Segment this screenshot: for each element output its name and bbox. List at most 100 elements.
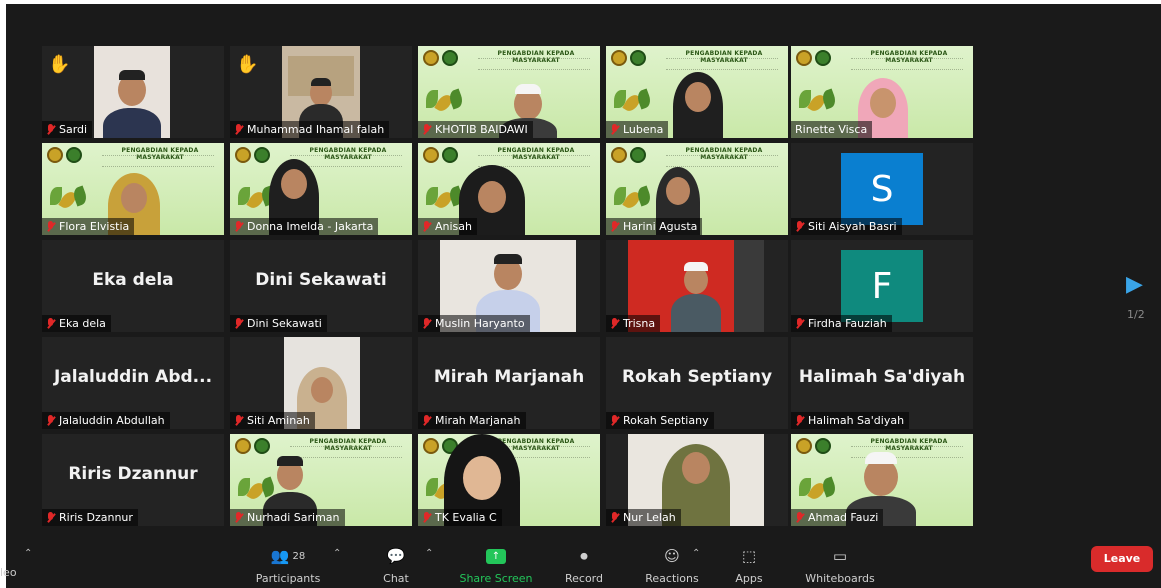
video-tile-ahmad-fauzi[interactable]: PENGABDIAN KEPADA MASYARAKAT Ahmad Fauzi xyxy=(791,434,973,526)
video-tile-khotib[interactable]: PENGABDIAN KEPADA MASYARAKAT KHOTIB BAID… xyxy=(418,46,600,138)
page-indicator: 1/2 xyxy=(1127,308,1145,321)
participant-name-label: Trisna xyxy=(606,315,661,332)
video-tile-nur-lelah[interactable]: Nur Lelah xyxy=(606,434,788,526)
video-tile-dini[interactable]: Dini Sekawati Dini Sekawati xyxy=(230,240,412,332)
participant-display-name: Jalaluddin Abd... xyxy=(53,367,213,387)
participants-button[interactable]: 👥 28 Participants xyxy=(246,546,330,585)
raised-hand-icon: ✋ xyxy=(236,54,259,75)
raised-hand-icon: ✋ xyxy=(48,54,71,75)
video-tile-rokah[interactable]: Rokah Septiany Rokah Septiany xyxy=(606,337,788,429)
muted-mic-icon xyxy=(234,317,243,330)
muted-mic-icon xyxy=(234,123,243,136)
video-tile-rinette[interactable]: PENGABDIAN KEPADA MASYARAKAT Rinette Vis… xyxy=(791,46,973,138)
apps-button[interactable]: ⬚ Apps xyxy=(714,546,784,585)
participant-display-name: Mirah Marjanah xyxy=(433,367,585,387)
reactions-icon: ☺ xyxy=(664,547,680,565)
muted-mic-icon xyxy=(610,123,619,136)
video-tile-siti-aisyah[interactable]: S Siti Aisyah Basri xyxy=(791,143,973,235)
video-tile-muslin[interactable]: Muslin Haryanto xyxy=(418,240,600,332)
participant-name-label: Donna Imelda - Jakarta xyxy=(230,218,379,235)
meeting-toolbar: ⌃ 👥 28 Participants ⌃ 💬 Chat ⌃ ↑ Share Sc… xyxy=(6,538,1161,588)
muted-mic-icon xyxy=(234,511,243,524)
participant-name-label: Sardi xyxy=(42,121,93,138)
video-tile-flora[interactable]: PENGABDIAN KEPADA MASYARAKAT Flora Elvis… xyxy=(42,143,224,235)
chat-options-chevron-icon[interactable]: ⌃ xyxy=(425,548,433,559)
video-tile-tk-evalia[interactable]: PENGABDIAN KEPADA MASYARAKAT TK Evalia C xyxy=(418,434,600,526)
participant-name-label: Muslin Haryanto xyxy=(418,315,530,332)
participant-name-label: Riris Dzannur xyxy=(42,509,138,526)
record-icon: ⏺ xyxy=(580,547,588,565)
participant-name-label: Siti Aisyah Basri xyxy=(791,218,902,235)
video-tile-mirah[interactable]: Mirah Marjanah Mirah Marjanah xyxy=(418,337,600,429)
video-tile-nurhadi[interactable]: PENGABDIAN KEPADA MASYARAKAT Nurhadi Sar… xyxy=(230,434,412,526)
leave-button[interactable]: Leave xyxy=(1091,546,1153,572)
video-tile-eka-dela[interactable]: Eka dela Eka dela xyxy=(42,240,224,332)
muted-mic-icon xyxy=(234,414,243,427)
muted-mic-icon xyxy=(795,414,804,427)
video-tile-jalaluddin[interactable]: Jalaluddin Abd... Jalaluddin Abdullah xyxy=(42,337,224,429)
participant-name-label: Jalaluddin Abdullah xyxy=(42,412,170,429)
avatar: F xyxy=(841,250,923,322)
muted-mic-icon xyxy=(46,317,55,330)
apps-icon: ⬚ xyxy=(741,547,757,565)
video-tile-siti-aminah[interactable]: Siti Aminah xyxy=(230,337,412,429)
chat-button[interactable]: 💬 Chat xyxy=(361,546,431,585)
muted-mic-icon xyxy=(610,220,619,233)
muted-mic-icon xyxy=(422,317,431,330)
video-tile-lubena[interactable]: PENGABDIAN KEPADA MASYARAKAT Lubena xyxy=(606,46,788,138)
participant-display-name: Eka dela xyxy=(92,270,174,290)
whiteboards-button[interactable]: ▭ Whiteboards xyxy=(798,546,882,585)
avatar: S xyxy=(841,153,923,225)
reactions-options-chevron-icon[interactable]: ⌃ xyxy=(692,548,700,559)
participant-name-label: Muhammad Ihamal falah xyxy=(230,121,390,138)
record-button[interactable]: ⏺ Record xyxy=(549,546,619,585)
participant-name-label: Halimah Sa'diyah xyxy=(791,412,910,429)
muted-mic-icon xyxy=(795,220,804,233)
share-screen-icon: ↑ xyxy=(486,548,506,564)
video-tile-trisna[interactable]: Trisna xyxy=(606,240,788,332)
participant-display-name: Rokah Septiany xyxy=(621,367,773,387)
video-tile-muhammad[interactable]: ✋ Muhammad Ihamal falah xyxy=(230,46,412,138)
participant-name-label: Firdha Fauziah xyxy=(791,315,892,332)
participant-name-label: Nurhadi Sariman xyxy=(230,509,345,526)
muted-mic-icon xyxy=(46,220,55,233)
video-button-label-fragment[interactable]: leo xyxy=(0,566,17,579)
participant-name-label: Lubena xyxy=(606,121,669,138)
video-tile-donna[interactable]: PENGABDIAN KEPADA MASYARAKAT Donna Imeld… xyxy=(230,143,412,235)
muted-mic-icon xyxy=(46,414,55,427)
muted-mic-icon xyxy=(234,220,243,233)
muted-mic-icon xyxy=(422,511,431,524)
muted-mic-icon xyxy=(610,511,619,524)
video-tile-harini[interactable]: PENGABDIAN KEPADA MASYARAKAT Harini Agus… xyxy=(606,143,788,235)
participant-name-label: Rokah Septiany xyxy=(606,412,714,429)
video-tile-halimah[interactable]: Halimah Sa'diyah Halimah Sa'diyah xyxy=(791,337,973,429)
participant-name-label: Nur Lelah xyxy=(606,509,681,526)
muted-mic-icon xyxy=(422,220,431,233)
muted-mic-icon xyxy=(422,414,431,427)
participant-name-label: KHOTIB BAIDAWI xyxy=(418,121,533,138)
share-screen-button[interactable]: ↑ Share Screen xyxy=(452,546,540,585)
next-page-arrow-icon[interactable]: ▶ xyxy=(1126,272,1143,297)
participant-name-label: Mirah Marjanah xyxy=(418,412,526,429)
participant-name-label: Rinette Visca xyxy=(791,121,873,138)
participant-name-label: Ahmad Fauzi xyxy=(791,509,884,526)
participant-name-label: Anisah xyxy=(418,218,477,235)
participants-options-chevron-icon[interactable]: ⌃ xyxy=(333,548,341,559)
participant-name-label: Eka dela xyxy=(42,315,111,332)
muted-mic-icon xyxy=(795,317,804,330)
video-tile-anisah[interactable]: PENGABDIAN KEPADA MASYARAKAT Anisah xyxy=(418,143,600,235)
participant-name-label: TK Evalia C xyxy=(418,509,502,526)
video-tile-sardi[interactable]: ✋ Sardi xyxy=(42,46,224,138)
participant-display-name: Halimah Sa'diyah xyxy=(798,367,966,387)
video-tile-firdha[interactable]: F Firdha Fauziah xyxy=(791,240,973,332)
chat-icon: 💬 xyxy=(386,547,406,565)
muted-mic-icon xyxy=(46,511,55,524)
participant-name-label: Flora Elvistia xyxy=(42,218,135,235)
zoom-meeting-window: ✋ Sardi ✋ Muhammad Ihamal falah PENGABDI… xyxy=(6,4,1161,588)
muted-mic-icon xyxy=(795,511,804,524)
video-tile-riris[interactable]: Riris Dzannur Riris Dzannur xyxy=(42,434,224,526)
video-options-chevron-icon[interactable]: ⌃ xyxy=(24,548,32,559)
participant-video xyxy=(94,46,170,138)
participant-name-label: Harini Agusta xyxy=(606,218,703,235)
participant-display-name: Dini Sekawati xyxy=(255,270,387,290)
